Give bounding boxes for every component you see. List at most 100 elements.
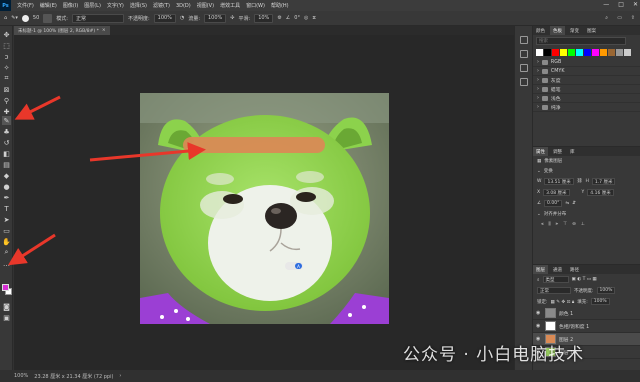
tab-layers[interactable]: 图层 — [533, 265, 548, 274]
gradient-tool-icon[interactable]: ▤ — [2, 160, 11, 169]
menu-file[interactable]: 文件(F) — [14, 2, 37, 9]
align-bottom-icon[interactable]: ⊥ — [581, 222, 585, 227]
brush-panel-icon[interactable] — [520, 64, 528, 72]
healing-tool-icon[interactable]: ✚ — [2, 107, 11, 116]
tab-properties[interactable]: 属性 — [533, 147, 548, 156]
pressure-size-icon[interactable]: ◎ — [304, 15, 308, 21]
lasso-tool-icon[interactable]: ↄ — [2, 52, 11, 61]
share-icon[interactable]: ⇪ — [631, 15, 635, 21]
smooth-input[interactable]: 10% — [254, 13, 274, 23]
eye-icon[interactable]: ◉ — [536, 310, 542, 316]
angle-icon[interactable]: ∠ — [286, 15, 290, 21]
menu-select[interactable]: 选择(S) — [127, 2, 150, 9]
align-section-header[interactable]: ⌄ 对齐并分布 — [533, 209, 640, 219]
layer-opacity-input[interactable]: 100% — [596, 287, 616, 294]
align-top-icon[interactable]: ⊤ — [563, 222, 567, 227]
swatch-folder-pure[interactable]: › 纯净 — [533, 103, 640, 112]
clone-stamp-tool-icon[interactable]: ♣ — [2, 127, 11, 136]
brush-tool-icon[interactable]: ✎ — [2, 116, 11, 125]
blend-mode-select[interactable]: 正常 — [537, 287, 571, 294]
menu-layer[interactable]: 图层(L) — [81, 2, 104, 9]
menu-image[interactable]: 图像(I) — [60, 2, 81, 9]
flip-vertical-icon[interactable]: ⇵ — [572, 201, 576, 206]
eye-icon[interactable]: ◉ — [536, 323, 542, 329]
tab-paths[interactable]: 路径 — [567, 265, 582, 274]
maximize-button[interactable]: □ — [618, 1, 624, 8]
menu-window[interactable]: 窗口(W) — [243, 2, 268, 9]
canvas-badge[interactable]: A — [285, 262, 303, 270]
tab-color[interactable]: 颜色 — [533, 26, 548, 35]
rectangle-tool-icon[interactable]: ▭ — [2, 226, 11, 235]
color-swatch[interactable] — [576, 49, 583, 56]
transform-section-header[interactable]: ⌄ 变换 — [533, 166, 640, 176]
history-panel-icon[interactable] — [520, 36, 528, 44]
menu-view[interactable]: 视图(V) — [194, 2, 217, 9]
crop-tool-icon[interactable]: ⌗ — [2, 74, 11, 83]
color-swatch[interactable] — [584, 49, 591, 56]
tab-gradients[interactable]: 渐变 — [567, 26, 582, 35]
opacity-input[interactable]: 100% — [153, 13, 176, 23]
workspace-icon[interactable]: ▭ — [617, 15, 622, 21]
swatches-search-input[interactable] — [536, 37, 626, 45]
tab-patterns[interactable]: 图案 — [584, 26, 599, 35]
properties-panel-icon[interactable] — [520, 50, 528, 58]
pressure-opacity-icon[interactable]: ◔ — [180, 15, 184, 21]
close-button[interactable]: ✕ — [633, 1, 638, 8]
swatch-folder-pastel[interactable]: › 蜡笔 — [533, 85, 640, 94]
swatch-folder-grayscale[interactable]: › 灰度 — [533, 76, 640, 85]
frame-tool-icon[interactable]: ⊠ — [2, 85, 11, 94]
menu-3d[interactable]: 3D(D) — [173, 3, 194, 9]
move-tool-icon[interactable]: ✥ — [2, 30, 11, 39]
dodge-tool-icon[interactable]: ● — [2, 182, 11, 191]
mode-select[interactable]: 正常 — [71, 13, 124, 23]
home-icon[interactable]: ⌂ — [4, 15, 7, 21]
menu-type[interactable]: 文字(Y) — [104, 2, 127, 9]
path-select-tool-icon[interactable]: ➤ — [2, 215, 11, 224]
smooth-settings-icon[interactable]: ⚙ — [277, 15, 281, 21]
y-input[interactable]: 4.16 厘米 — [587, 189, 614, 196]
brush-preview-icon[interactable] — [21, 14, 29, 22]
color-swatch[interactable] — [552, 49, 559, 56]
color-swatch[interactable] — [568, 49, 575, 56]
fill-input[interactable]: 100% — [590, 298, 610, 305]
color-swatch[interactable] — [600, 49, 607, 56]
more-tools-icon[interactable]: … — [2, 259, 11, 268]
layer-row[interactable]: ◉ 颜色 1 — [533, 307, 640, 320]
screen-mode-icon[interactable]: ▣ — [2, 313, 11, 322]
dog-photo[interactable]: A — [140, 93, 389, 324]
document-info[interactable]: 23.28 厘米 x 21.34 厘米 (72 ppi) — [34, 373, 113, 380]
color-swatch[interactable] — [624, 49, 631, 56]
color-swatch[interactable] — [544, 49, 551, 56]
tab-libraries[interactable]: 库 — [567, 147, 578, 156]
tab-close-icon[interactable]: × — [102, 28, 106, 33]
pen-tool-icon[interactable]: ✒ — [2, 193, 11, 202]
color-swatch[interactable] — [592, 49, 599, 56]
brush-tool-preset-icon[interactable]: ✎▾ — [11, 15, 18, 21]
swatch-folder-light[interactable]: › 浅色 — [533, 94, 640, 103]
height-input[interactable]: 1.7 厘米 — [591, 178, 616, 185]
search-icon[interactable]: ⌕ — [605, 15, 608, 21]
airbrush-icon[interactable]: ✣ — [230, 15, 234, 21]
marquee-tool-icon[interactable]: ⬚ — [2, 41, 11, 50]
menu-plugins[interactable]: 增效工具 — [217, 2, 243, 9]
tab-adjustments[interactable]: 调整 — [550, 147, 565, 156]
chevron-right-icon[interactable]: › — [119, 373, 121, 379]
menu-edit[interactable]: 编辑(E) — [37, 2, 60, 9]
blur-tool-icon[interactable]: ◆ — [2, 171, 11, 180]
width-input[interactable]: 13.51 厘米 — [544, 178, 574, 185]
angle-value[interactable]: 0° — [294, 15, 300, 21]
menu-filter[interactable]: 滤镜(T) — [150, 2, 173, 9]
align-right-icon[interactable]: ⫸ — [556, 221, 559, 227]
eyedropper-tool-icon[interactable]: ⚲ — [2, 96, 11, 105]
canvas-area[interactable]: A — [14, 35, 514, 370]
flip-horizontal-icon[interactable]: ⇋ — [565, 201, 569, 206]
hand-tool-icon[interactable]: ✋ — [2, 237, 11, 246]
minimize-button[interactable]: — — [603, 1, 609, 8]
link-icon[interactable]: ⛓ — [577, 179, 583, 184]
x-input[interactable]: 3.08 厘米 — [543, 189, 570, 196]
swatch-folder-cmyk[interactable]: › CMYK — [533, 67, 640, 76]
brush-settings-icon[interactable] — [43, 13, 53, 23]
symmetry-icon[interactable]: ⧖ — [312, 15, 316, 21]
lock-icons[interactable]: ▦ ✎ ✥ ⊡ 🔒︎ — [551, 299, 575, 305]
quick-mask-icon[interactable]: ◙ — [2, 302, 11, 311]
